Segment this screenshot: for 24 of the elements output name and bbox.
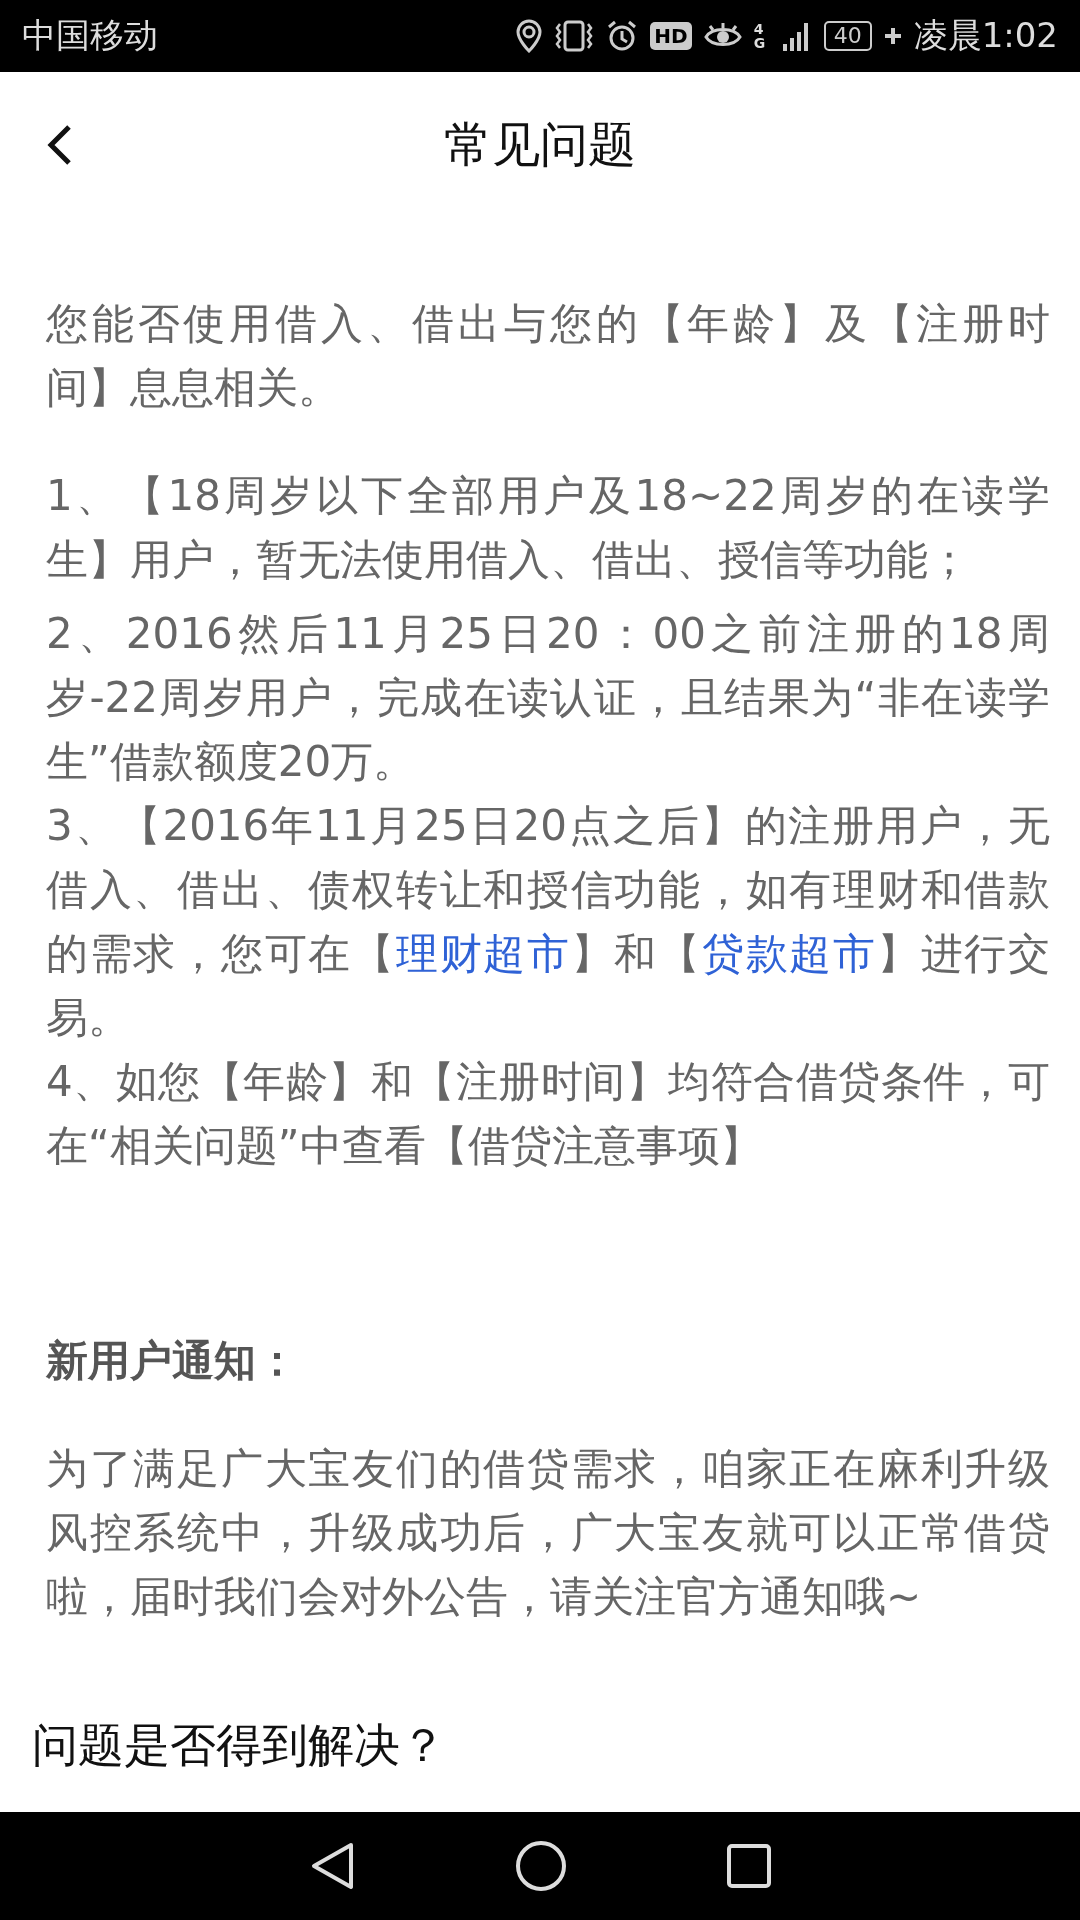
circle-home-icon (515, 1840, 567, 1892)
feedback-question: 问题是否得到解决？ (32, 1717, 447, 1774)
rule-item: 4、如您【年龄】和【注册时间】均符合借贷条件，可在“相关问题”中查看【借贷注意事项】 (46, 1056, 1050, 1172)
page-title: 常见问题 (444, 115, 636, 174)
link[interactable]: 理财超市 (395, 929, 571, 978)
alarm-icon (606, 20, 639, 52)
link[interactable]: 贷款超市 (701, 929, 877, 978)
intro-paragraph: 您能否使用借入、借出与您的【年龄】及【注册时间】息息相关。 (46, 298, 1050, 414)
charging-plus-icon (883, 27, 902, 45)
square-recents-icon (725, 1843, 772, 1889)
hd-badge: HD (650, 22, 692, 50)
rule-item: 3、【2016年11月25日20点之后】的注册用户，无借入、借出、债权转让和授信功能，如有理财和借款的需求，您可在【理财超市】和【贷款超市】进行交易。 (46, 800, 1050, 1044)
network-type: 4G (753, 22, 767, 50)
vibrate-icon (554, 20, 595, 52)
carrier-name: 中国移动 (22, 14, 158, 57)
rule-item: 2、2016然后11月25日20：00之前注册的18周岁-22周岁用户，完成在读认证，且结果为“非在读学生”借款额度20万。 (46, 608, 1050, 788)
notice-paragraph: 为了满足广大宝友们的借贷需求，咱家正在麻利升级风控系统中，升级成功后，广大宝友就可以正常借贷啦，届时我们会对外公告，请关注官方通知哦~ (46, 1443, 1050, 1623)
location-icon (516, 19, 543, 53)
clock-time: 凌晨1:02 (913, 14, 1058, 57)
home-button[interactable] (515, 1840, 567, 1892)
recents-button[interactable] (725, 1843, 772, 1889)
rule-item: 1、【18周岁以下全部用户及18~22周岁的在读学生】用户，暂无法使用借入、借出、授信等功能； (46, 470, 1050, 586)
battery-level: 40 (823, 21, 872, 51)
notice-heading: 新用户通知： (46, 1335, 299, 1387)
